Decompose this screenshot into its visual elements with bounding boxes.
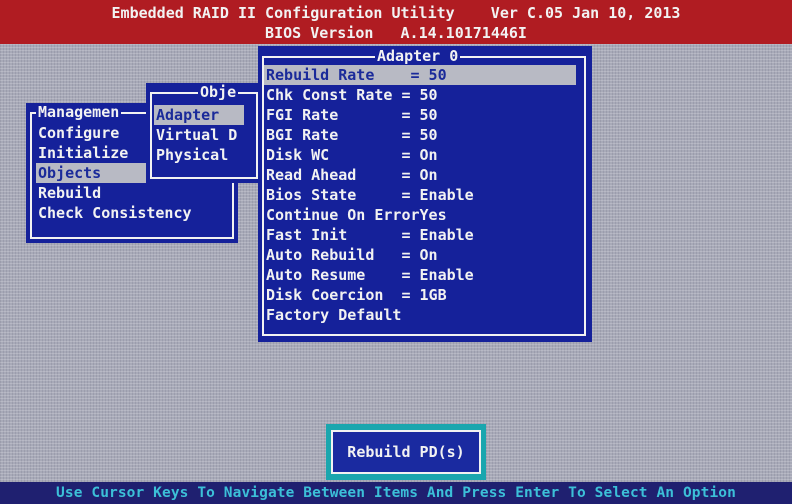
setting-disk-wc[interactable]: Disk WC = On (266, 145, 438, 165)
menu-item-configure[interactable]: Configure (38, 123, 119, 143)
adapter-settings-menu: Adapter 0 Rebuild Rate = 50 Chk Const Ra… (258, 46, 592, 342)
setting-rebuild-rate[interactable]: Rebuild Rate = 50 (264, 65, 576, 85)
setting-chk-const-rate[interactable]: Chk Const Rate = 50 (266, 85, 438, 105)
setting-disk-coercion[interactable]: Disk Coercion = 1GB (266, 285, 447, 305)
setting-fast-init[interactable]: Fast Init = Enable (266, 225, 474, 245)
setting-bgi-rate[interactable]: BGI Rate = 50 (266, 125, 438, 145)
rebuild-pd-label: Rebuild PD(s) (331, 430, 481, 474)
objects-item-adapter[interactable]: Adapter (154, 105, 244, 125)
menu-item-rebuild[interactable]: Rebuild (38, 183, 101, 203)
setting-auto-resume[interactable]: Auto Resume = Enable (266, 265, 474, 285)
objects-item-virtual-drive[interactable]: Virtual D (156, 125, 237, 145)
adapter-menu-title: Adapter 0 (375, 47, 461, 65)
objects-menu: Obje Adapter Virtual D Physical (146, 83, 262, 183)
bios-version: BIOS Version A.14.10171446I (265, 24, 527, 42)
app-title: Embedded RAID II Configuration Utility V… (111, 4, 681, 22)
title-bar: Embedded RAID II Configuration Utility V… (0, 0, 792, 44)
status-hint-bar: Use Cursor Keys To Navigate Between Item… (0, 482, 792, 504)
setting-read-ahead[interactable]: Read Ahead = On (266, 165, 438, 185)
menu-item-check-consistency[interactable]: Check Consistency (38, 203, 192, 223)
objects-menu-title: Obje (198, 83, 239, 101)
setting-auto-rebuild[interactable]: Auto Rebuild = On (266, 245, 438, 265)
menu-item-initialize[interactable]: Initialize (38, 143, 128, 163)
menu-item-objects[interactable]: Objects (36, 163, 150, 183)
management-menu-title: Managemen (36, 103, 122, 121)
objects-item-physical[interactable]: Physical (156, 145, 228, 165)
setting-continue-on-error[interactable]: Continue On ErrorYes (266, 205, 447, 225)
setting-bios-state[interactable]: Bios State = Enable (266, 185, 474, 205)
setting-factory-default[interactable]: Factory Default (266, 305, 401, 325)
rebuild-pd-box: Rebuild PD(s) (326, 424, 486, 480)
setting-fgi-rate[interactable]: FGI Rate = 50 (266, 105, 438, 125)
